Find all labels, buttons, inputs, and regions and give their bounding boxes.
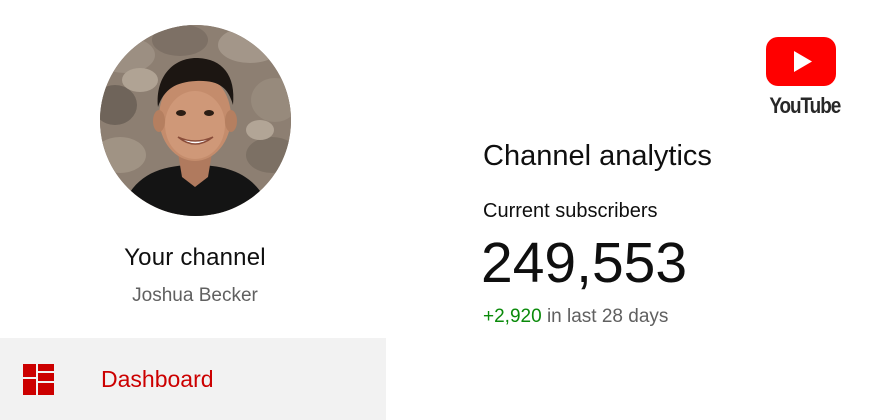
sidebar: Your channel Joshua Becker Dashboard bbox=[0, 0, 386, 420]
subscribers-delta: +2,920 bbox=[483, 306, 542, 327]
subscribers-period: in last 28 days bbox=[546, 306, 669, 327]
avatar-photo bbox=[100, 25, 291, 216]
sidebar-item-label[interactable]: Dashboard bbox=[101, 366, 214, 393]
page: Your channel Joshua Becker Dashboard You… bbox=[0, 0, 879, 420]
subscribers-label: Current subscribers bbox=[483, 200, 658, 222]
avatar[interactable] bbox=[100, 25, 291, 216]
dashboard-icon bbox=[23, 364, 54, 395]
subscribers-count: 249,553 bbox=[481, 231, 688, 295]
subscribers-change: +2,920 in last 28 days bbox=[483, 306, 668, 328]
youtube-logo-text: YouTube bbox=[769, 93, 841, 118]
page-title: Channel analytics bbox=[483, 140, 712, 172]
channel-label: Your channel bbox=[124, 244, 266, 271]
channel-name[interactable]: Joshua Becker bbox=[0, 285, 390, 307]
